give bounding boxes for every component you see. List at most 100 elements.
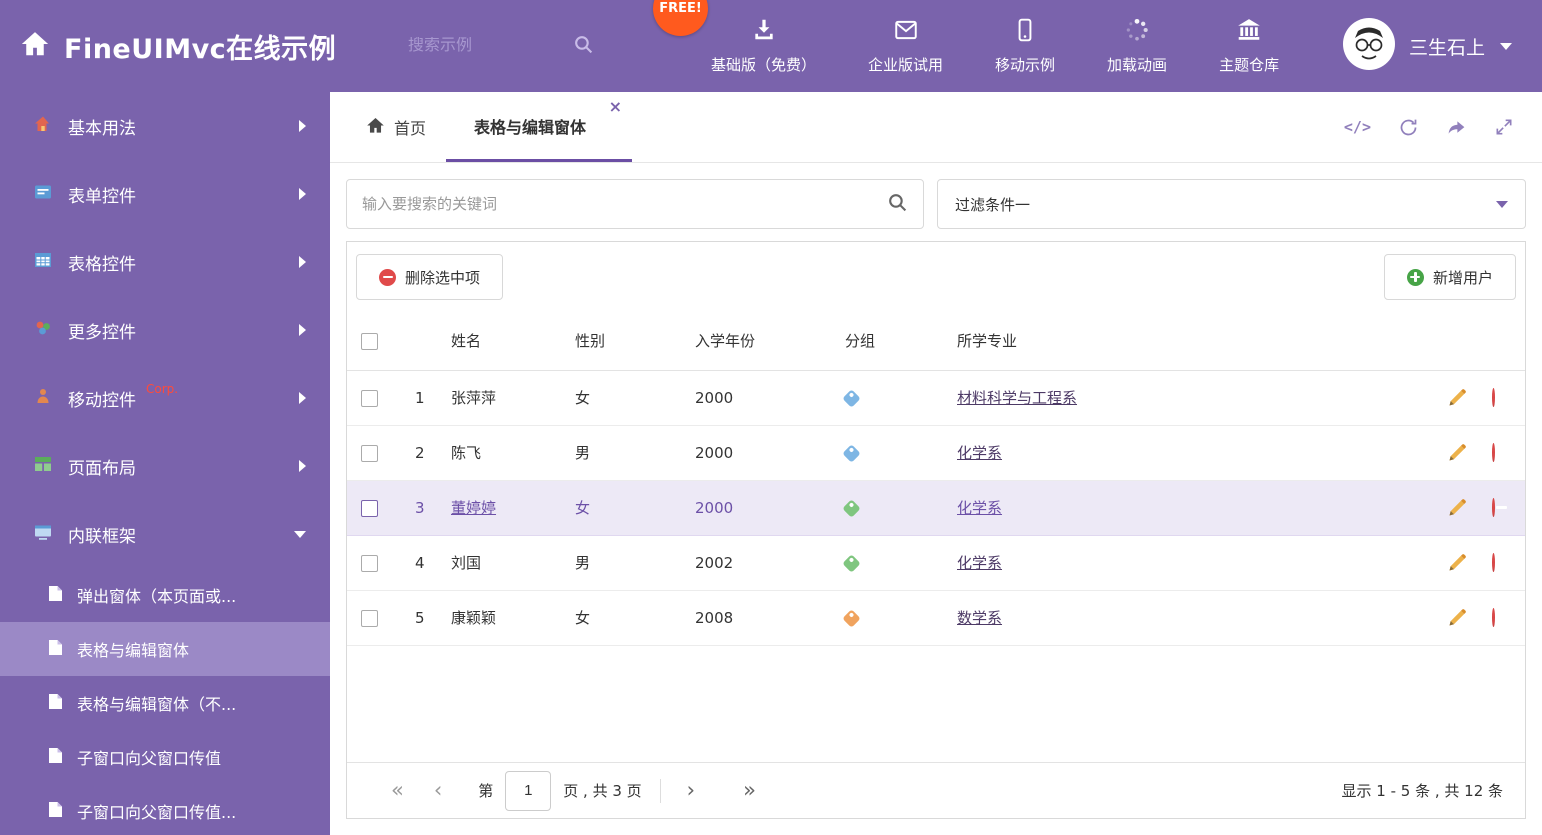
page-label-suffix: 页 , 共 3 页 bbox=[563, 782, 642, 800]
major-link[interactable]: 数学系 bbox=[957, 609, 1002, 627]
avatar[interactable] bbox=[1342, 17, 1396, 75]
delete-icon[interactable] bbox=[1492, 443, 1507, 462]
delete-selected-button[interactable]: 删除选中项 bbox=[356, 254, 504, 300]
sidebar-item-grid-controls[interactable]: 表格控件 bbox=[0, 228, 330, 296]
plus-icon bbox=[1406, 268, 1424, 286]
edit-icon[interactable] bbox=[1447, 388, 1467, 408]
row-checkbox[interactable] bbox=[361, 554, 378, 572]
last-page-button[interactable]: » bbox=[743, 780, 756, 801]
row-checkbox[interactable] bbox=[361, 389, 378, 407]
sidebar-subitem-child-to-parent-2[interactable]: 子窗口向父窗口传值... bbox=[0, 784, 330, 835]
sidebar-item-more-controls[interactable]: 更多控件 bbox=[0, 296, 330, 364]
nav-label: 企业版试用 bbox=[868, 56, 944, 74]
sidebar-item-page-layout[interactable]: 页面布局 bbox=[0, 432, 330, 500]
nav-label: 加载动画 bbox=[1107, 56, 1168, 74]
table-row-selected[interactable]: 3 董婷婷 女 2000 化学系 bbox=[347, 480, 1525, 536]
header-search-input[interactable] bbox=[408, 37, 573, 55]
sidebar-item-mobile-controls[interactable]: 移动控件 Corp. bbox=[0, 364, 330, 432]
edit-icon[interactable] bbox=[1447, 443, 1467, 463]
sidebar-subitem-grid-edit-window-2[interactable]: 表格与编辑窗体（不... bbox=[0, 676, 330, 730]
row-checkbox[interactable] bbox=[361, 499, 378, 517]
row-number: 3 bbox=[393, 480, 429, 536]
nav-item-loading-animations[interactable]: 加载动画 bbox=[1081, 17, 1193, 75]
table-row[interactable]: 1 张萍萍 女 2000 材料科学与工程系 bbox=[347, 370, 1525, 426]
col-major: 所学专业 bbox=[935, 312, 1425, 371]
sidebar-subitem-child-to-parent[interactable]: 子窗口向父窗口传值 bbox=[0, 730, 330, 784]
sidebar-subitem-grid-edit-window[interactable]: 表格与编辑窗体 bbox=[0, 622, 330, 676]
nav-label: 移动示例 bbox=[995, 56, 1056, 74]
delete-icon[interactable] bbox=[1492, 388, 1507, 407]
sidebar-item-inline-frame[interactable]: 内联框架 bbox=[0, 500, 330, 568]
top-header: FineUIMvc在线示例 FREE! 基础版（免费） 企业版试用 移动示例 bbox=[0, 0, 1542, 92]
student-name[interactable]: 董婷婷 bbox=[451, 499, 496, 517]
edit-icon[interactable] bbox=[1447, 553, 1467, 573]
student-name: 康颖颖 bbox=[429, 590, 553, 646]
table-row[interactable]: 4 刘国 男 2002 化学系 bbox=[347, 535, 1525, 591]
header-nav: FREE! 基础版（免费） 企业版试用 移动示例 加载动画 主题仓库 bbox=[653, 0, 1305, 75]
sidebar-subitem-popup-window[interactable]: 弹出窗体（本页面或... bbox=[0, 568, 330, 622]
table-row[interactable]: 5 康颖颖 女 2008 数学系 bbox=[347, 590, 1525, 646]
corp-badge: Corp. bbox=[146, 382, 179, 396]
sidebar-item-label: 移动控件 bbox=[68, 390, 136, 411]
col-gender: 性别 bbox=[553, 312, 673, 371]
nav-item-theme-repository[interactable]: 主题仓库 bbox=[1193, 17, 1305, 75]
file-icon bbox=[48, 585, 63, 606]
header-search[interactable] bbox=[408, 34, 623, 59]
search-icon[interactable] bbox=[573, 34, 594, 59]
nav-item-enterprise-trial[interactable]: 企业版试用 bbox=[842, 17, 969, 75]
major-link[interactable]: 材料科学与工程系 bbox=[957, 389, 1077, 407]
major-link[interactable]: 化学系 bbox=[957, 444, 1002, 462]
delete-icon[interactable] bbox=[1492, 498, 1507, 517]
major-link[interactable]: 化学系 bbox=[957, 499, 1002, 517]
first-page-button[interactable]: « bbox=[391, 780, 404, 801]
share-icon[interactable] bbox=[1446, 117, 1467, 138]
page-number-input[interactable] bbox=[505, 770, 552, 811]
sidebar-item-form-controls[interactable]: 表单控件 bbox=[0, 160, 330, 228]
divider bbox=[659, 778, 661, 803]
select-all-checkbox[interactable] bbox=[361, 332, 378, 350]
nav-label: 基础版（免费） bbox=[711, 56, 817, 74]
chevron-right-icon bbox=[299, 324, 306, 336]
sidebar-item-basic-usage[interactable]: 基本用法 bbox=[0, 92, 330, 160]
next-page-button[interactable]: › bbox=[687, 780, 695, 801]
keyword-search[interactable] bbox=[346, 179, 924, 229]
brand[interactable]: FineUIMvc在线示例 bbox=[0, 27, 408, 66]
nav-item-mobile-demo[interactable]: 移动示例 bbox=[969, 17, 1081, 75]
prev-page-button[interactable]: ‹ bbox=[434, 780, 442, 801]
search-icon[interactable] bbox=[887, 192, 908, 217]
table-row[interactable]: 2 陈飞 男 2000 化学系 bbox=[347, 425, 1525, 481]
refresh-icon[interactable] bbox=[1398, 117, 1419, 138]
sidebar-subitem-label: 弹出窗体（本页面或... bbox=[77, 587, 237, 606]
nav-item-basic-free[interactable]: FREE! 基础版（免费） bbox=[653, 0, 842, 75]
table-header-row: 姓名 性别 入学年份 分组 所学专业 bbox=[347, 312, 1525, 371]
chevron-down-icon bbox=[1500, 42, 1512, 50]
row-checkbox[interactable] bbox=[361, 609, 378, 627]
row-number: 2 bbox=[393, 425, 429, 481]
edit-icon[interactable] bbox=[1447, 608, 1467, 628]
edit-icon[interactable] bbox=[1447, 498, 1467, 518]
sidebar-item-label: 内联框架 bbox=[68, 526, 136, 547]
keyword-search-input[interactable] bbox=[362, 195, 887, 213]
house-icon bbox=[34, 115, 52, 138]
close-icon[interactable]: × bbox=[609, 99, 622, 115]
col-index bbox=[393, 312, 429, 371]
row-checkbox[interactable] bbox=[361, 444, 378, 462]
user-menu[interactable]: 三生石上 bbox=[1342, 17, 1542, 75]
expand-icon[interactable] bbox=[1494, 117, 1514, 137]
view-source-icon[interactable]: </> bbox=[1344, 118, 1371, 136]
major-link[interactable]: 化学系 bbox=[957, 554, 1002, 572]
add-user-button[interactable]: 新增用户 bbox=[1383, 254, 1516, 300]
tab-home[interactable]: 首页 bbox=[346, 92, 446, 162]
tag-icon bbox=[842, 498, 861, 518]
tab-grid-edit-window[interactable]: 表格与编辑窗体 × bbox=[446, 92, 633, 162]
user-name[interactable]: 三生石上 bbox=[1409, 33, 1485, 60]
student-gender: 女 bbox=[553, 590, 673, 646]
delete-icon[interactable] bbox=[1492, 608, 1507, 627]
student-year: 2000 bbox=[673, 480, 823, 536]
home-icon bbox=[366, 116, 385, 139]
filter-dropdown[interactable]: 过滤条件一 bbox=[937, 179, 1526, 229]
col-group: 分组 bbox=[823, 312, 935, 371]
tag-icon bbox=[842, 443, 861, 463]
sidebar-subitem-label: 表格与编辑窗体（不... bbox=[77, 695, 237, 714]
delete-icon[interactable] bbox=[1492, 553, 1507, 572]
